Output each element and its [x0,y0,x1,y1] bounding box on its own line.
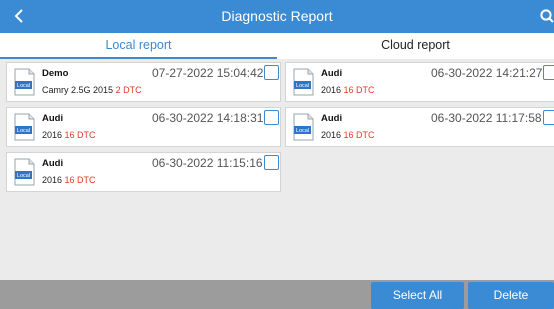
report-tabs: Local report Cloud report [0,33,554,59]
file-icon-label: Local [17,128,30,134]
report-brand: Audi [321,113,343,124]
report-date: 06-30-2022 11:15:16 [152,156,263,170]
local-report-file-icon: Local [14,158,35,186]
report-vehicle-info: 2016 16 DTC [321,85,375,95]
file-icon-label: Local [17,173,30,179]
report-brand: Audi [321,68,343,79]
action-bar: Select All Delete [0,280,554,309]
file-icon-label: Local [296,128,309,134]
page-title: Diagnostic Report [221,8,333,24]
report-vehicle-info: Camry 2.5G 2015 2 DTC [42,85,142,95]
search-icon [540,9,554,23]
report-checkbox[interactable] [543,65,554,80]
local-report-file-icon: Local [14,68,35,96]
select-all-button[interactable]: Select All [371,282,464,309]
search-button[interactable] [539,6,554,26]
local-report-file-icon: Local [14,113,35,141]
report-checkbox[interactable] [264,110,279,125]
report-vehicle: Camry 2.5G 2015 [42,85,114,95]
report-vehicle-info: 2016 16 DTC [42,175,96,185]
report-date: 06-30-2022 11:17:58 [431,111,542,125]
report-brand: Audi [42,113,64,124]
report-card[interactable]: Local Audi 06-30-2022 11:15:16 2016 16 D… [6,152,281,192]
report-date: 07-27-2022 15:04:42 [152,66,264,80]
report-card[interactable]: Local Audi 06-30-2022 14:18:31 2016 16 D… [6,107,281,147]
report-vehicle: 2016 [42,130,63,140]
file-icon-label: Local [17,83,30,89]
report-checkbox[interactable] [264,65,279,80]
delete-button[interactable]: Delete [468,282,554,309]
report-card[interactable]: Local Audi 06-30-2022 14:21:27 2016 16 D… [285,62,554,102]
report-vehicle: 2016 [321,85,342,95]
local-report-file-icon: Local [293,68,314,96]
tab-cloud-report[interactable]: Cloud report [277,33,554,59]
report-dtc-count: 16 DTC [64,175,96,185]
report-vehicle: 2016 [42,175,63,185]
active-tab-indicator [0,57,277,59]
tab-local-report[interactable]: Local report [0,33,277,59]
report-dtc-count: 16 DTC [343,130,375,140]
report-dtc-count: 16 DTC [343,85,375,95]
report-dtc-count: 16 DTC [64,130,96,140]
report-checkbox[interactable] [264,155,279,170]
report-brand: Demo [42,68,69,79]
report-checkbox[interactable] [543,110,554,125]
report-date: 06-30-2022 14:18:31 [152,111,264,125]
report-brand: Audi [42,158,64,169]
report-vehicle-info: 2016 16 DTC [42,130,96,140]
header-bar: Diagnostic Report [0,0,554,33]
report-card[interactable]: Local Audi 06-30-2022 11:17:58 2016 16 D… [285,107,554,147]
report-vehicle-info: 2016 16 DTC [321,130,375,140]
report-dtc-count: 2 DTC [115,85,142,95]
file-icon-label: Local [296,83,309,89]
report-card[interactable]: Local Demo 07-27-2022 15:04:42 Camry 2.5… [6,62,281,102]
report-vehicle: 2016 [321,130,342,140]
local-report-file-icon: Local [293,113,314,141]
report-date: 06-30-2022 14:21:27 [431,66,543,80]
